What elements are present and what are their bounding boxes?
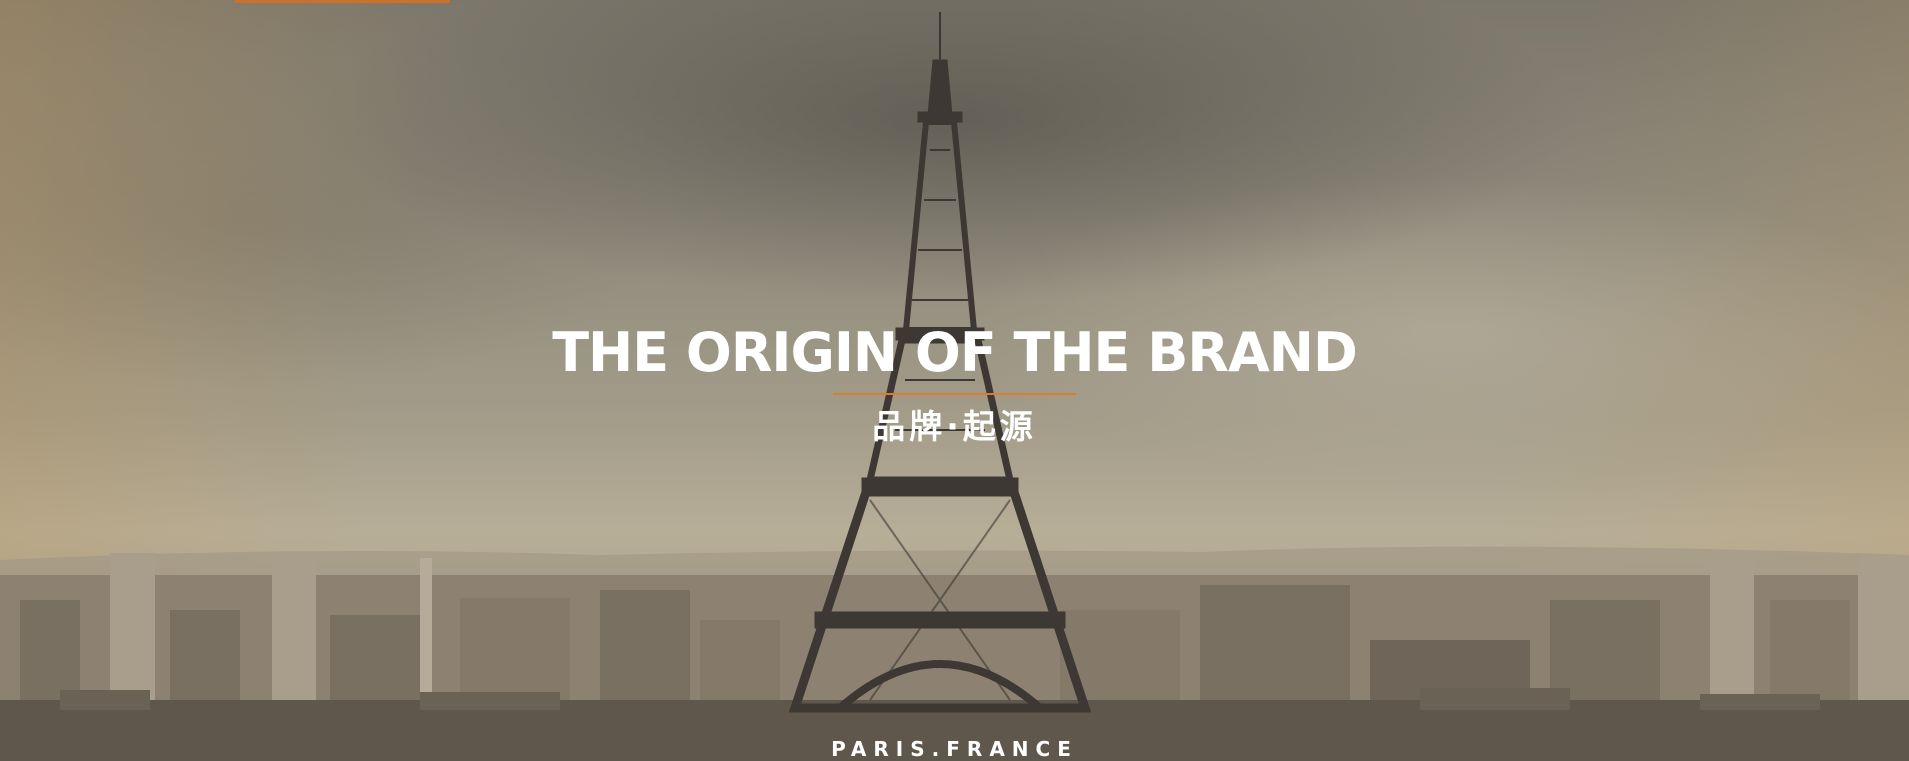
hero-title: THE ORIGIN OF THE BRAND [552, 321, 1358, 384]
hero-subtitle: 品牌·起源 [872, 407, 1037, 446]
hero-banner: THE ORIGIN OF THE BRAND 品牌·起源 PARIS.FRAN… [0, 0, 1909, 761]
title-divider [833, 393, 1076, 395]
location-label: PARIS.FRANCE [831, 737, 1078, 761]
